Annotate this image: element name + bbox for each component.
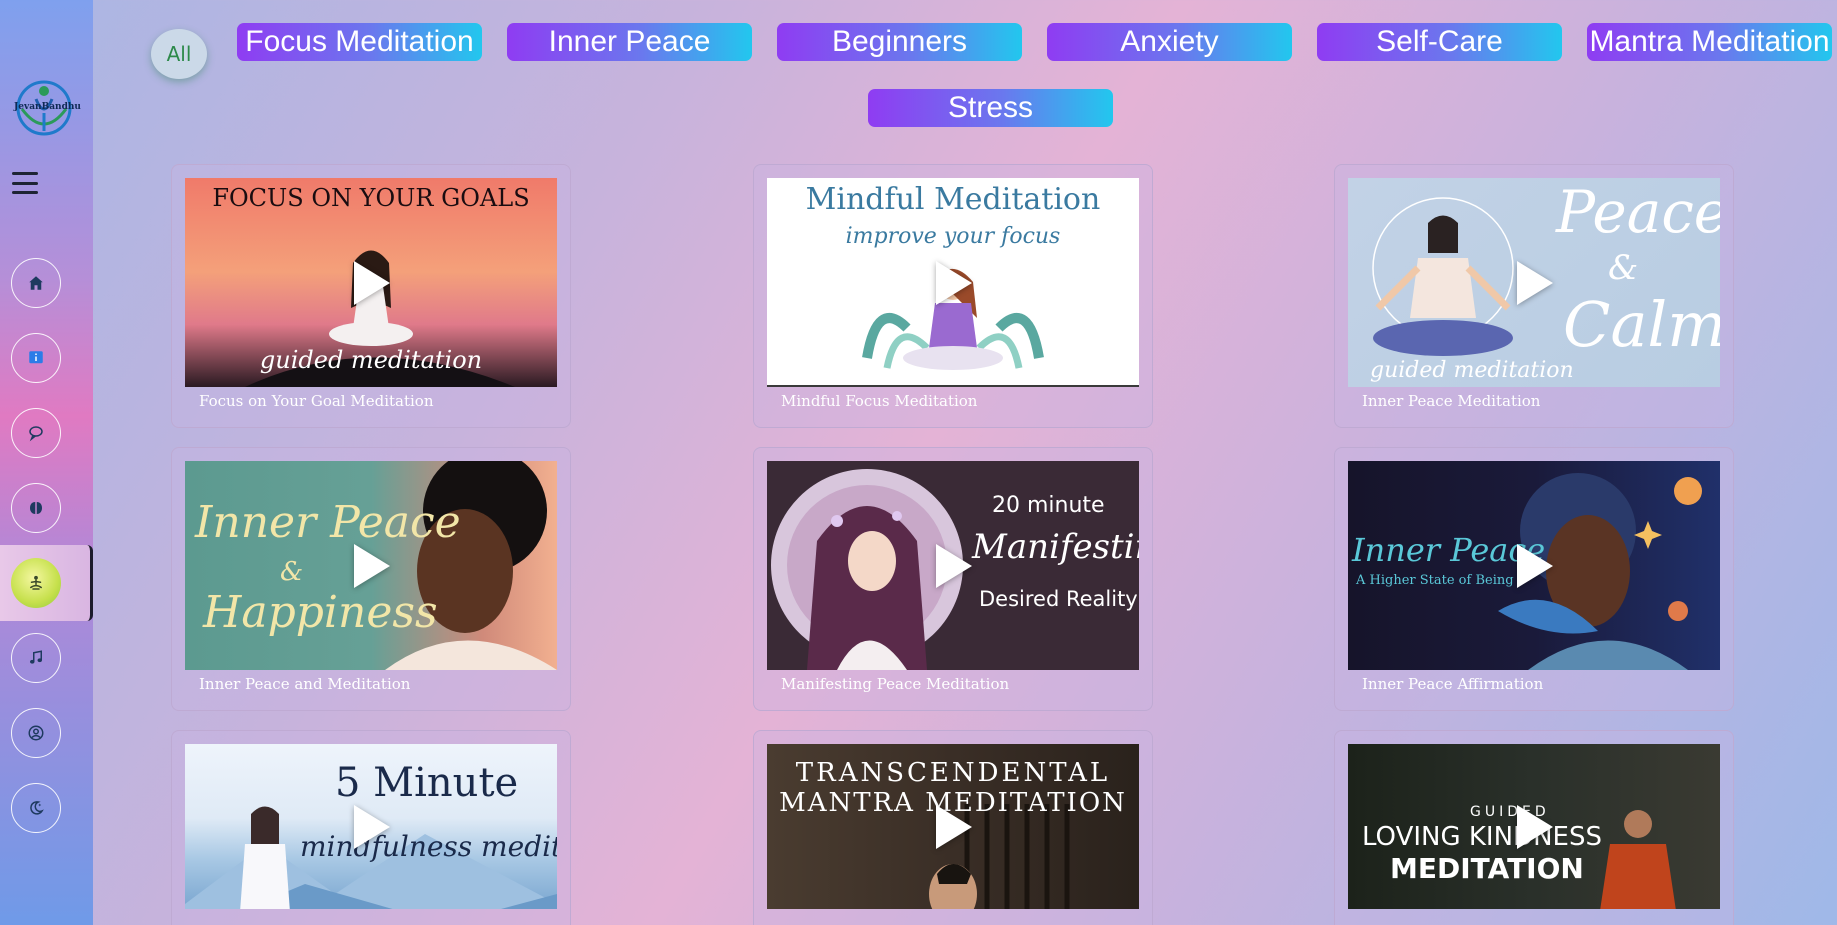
filter-chip-stress[interactable]: Stress	[868, 89, 1113, 127]
thumbnail-heading: Manifesting	[972, 527, 1139, 567]
play-icon[interactable]	[354, 804, 390, 849]
brain-icon	[30, 502, 42, 514]
play-icon[interactable]	[1517, 804, 1553, 849]
video-card[interactable]: Inner Peace & Happiness Inner Peace and …	[171, 447, 571, 711]
chat-bubble-icon	[29, 426, 43, 442]
app-logo[interactable]: JevanBandhu	[14, 79, 81, 137]
thumbnail-heading: Calm	[1563, 288, 1720, 361]
video-card[interactable]: Inner Peace A Higher State of Being Inne…	[1334, 447, 1734, 711]
thumbnail-subheading: A Higher State of Being	[1356, 573, 1514, 588]
play-icon[interactable]	[936, 260, 972, 305]
nav-music-button[interactable]	[11, 633, 61, 683]
video-title[interactable]: Manifesting Peace Meditation	[781, 675, 1009, 693]
thumbnail-subheading: improve your focus	[845, 224, 1061, 249]
thumbnail-heading-ampersand: &	[1608, 248, 1639, 288]
video-thumbnail[interactable]: FOCUS ON YOUR GOALS guided meditation	[185, 178, 557, 387]
video-card[interactable]: FOCUS ON YOUR GOALS guided meditation Fo…	[171, 164, 571, 428]
filter-chip-anxiety[interactable]: Anxiety	[1047, 23, 1292, 61]
video-card[interactable]: 20 minute Manifesting Desired Reality Ma…	[753, 447, 1153, 711]
video-title[interactable]: Mindful Focus Meditation	[781, 392, 977, 410]
thumbnail-heading: 20 minute	[992, 493, 1105, 518]
thumbnail-heading: TRANSCENDENTAL	[795, 758, 1111, 788]
video-title[interactable]: Focus on Your Goal Meditation	[199, 392, 433, 410]
home-icon	[29, 276, 43, 290]
nav-theme-button[interactable]	[11, 783, 61, 833]
thumbnail-heading: 5 Minute	[335, 760, 519, 806]
music-note-icon	[30, 650, 42, 664]
play-icon[interactable]	[1517, 260, 1553, 305]
thumbnail-heading-ampersand: &	[280, 557, 304, 587]
thumbnail-subheading: guided meditation	[1370, 358, 1574, 383]
play-icon[interactable]	[354, 543, 390, 588]
info-icon	[29, 351, 43, 364]
video-thumbnail[interactable]: GUIDED LOVING KINDNESS MEDITATION	[1348, 744, 1720, 909]
play-icon[interactable]	[354, 260, 390, 305]
nav-brain-button[interactable]	[11, 483, 61, 533]
play-icon[interactable]	[936, 804, 972, 849]
filter-chip-inner-peace[interactable]: Inner Peace	[507, 23, 752, 61]
video-card[interactable]: TRANSCENDENTAL MANTRA MEDITATION	[753, 730, 1153, 925]
video-card[interactable]: GUIDED LOVING KINDNESS MEDITATION	[1334, 730, 1734, 925]
moon-icon	[30, 801, 44, 815]
user-circle-icon	[28, 725, 44, 741]
menu-icon[interactable]	[12, 172, 38, 194]
video-thumbnail[interactable]: Inner Peace & Happiness	[185, 461, 557, 670]
filter-all-button[interactable]: All	[151, 29, 207, 79]
logo-text: JevanBandhu	[14, 102, 81, 112]
play-icon[interactable]	[936, 543, 972, 588]
nav-info-button[interactable]	[11, 333, 61, 383]
video-title[interactable]: Inner Peace Affirmation	[1362, 675, 1543, 693]
thumbnail-heading: LOVING KINDNESS	[1362, 822, 1602, 852]
video-thumbnail[interactable]: Mindful Meditation improve your focus	[767, 178, 1139, 387]
nav-profile-button[interactable]	[11, 708, 61, 758]
thumbnail-heading: Happiness	[203, 587, 438, 638]
thumbnail-heading: Mindful Meditation	[805, 182, 1101, 217]
video-thumbnail[interactable]: TRANSCENDENTAL MANTRA MEDITATION	[767, 744, 1139, 909]
meditation-icon	[30, 575, 42, 590]
filter-chip-mantra-meditation[interactable]: Mantra Meditation	[1587, 23, 1832, 61]
thumbnail-heading: MEDITATION	[1390, 852, 1584, 885]
video-card[interactable]: 5 Minute mindfulness meditation	[171, 730, 571, 925]
video-thumbnail[interactable]: 5 Minute mindfulness meditation	[185, 744, 557, 909]
filter-chip-self-care[interactable]: Self-Care	[1317, 23, 1562, 61]
thumbnail-heading: Inner Peace	[195, 497, 461, 548]
thumbnail-subheading: guided meditation	[259, 346, 483, 374]
filter-chip-focus-meditation[interactable]: Focus Meditation	[237, 23, 482, 61]
thumbnail-heading: Peace	[1556, 178, 1720, 246]
video-card[interactable]: Mindful Meditation improve your focus Mi…	[753, 164, 1153, 428]
thumbnail-subheading: Desired Reality	[979, 587, 1138, 611]
nav-chat-button[interactable]	[11, 408, 61, 458]
filter-chip-beginners[interactable]: Beginners	[777, 23, 1022, 61]
video-title[interactable]: Inner Peace and Meditation	[199, 675, 410, 693]
video-thumbnail[interactable]: Peace & Calm guided meditation	[1348, 178, 1720, 387]
thumbnail-heading: FOCUS ON YOUR GOALS	[212, 184, 530, 212]
video-card[interactable]: Peace & Calm guided meditation Inner Pea…	[1334, 164, 1734, 428]
play-icon[interactable]	[1517, 543, 1553, 588]
video-thumbnail[interactable]: Inner Peace A Higher State of Being	[1348, 461, 1720, 670]
nav-meditation-button[interactable]	[11, 558, 61, 608]
sidebar: JevanBandhu	[0, 0, 93, 925]
video-thumbnail[interactable]: 20 minute Manifesting Desired Reality	[767, 461, 1139, 670]
nav-home-button[interactable]	[11, 258, 61, 308]
thumbnail-subheading: mindfulness meditation	[300, 830, 557, 863]
video-title[interactable]: Inner Peace Meditation	[1362, 392, 1540, 410]
